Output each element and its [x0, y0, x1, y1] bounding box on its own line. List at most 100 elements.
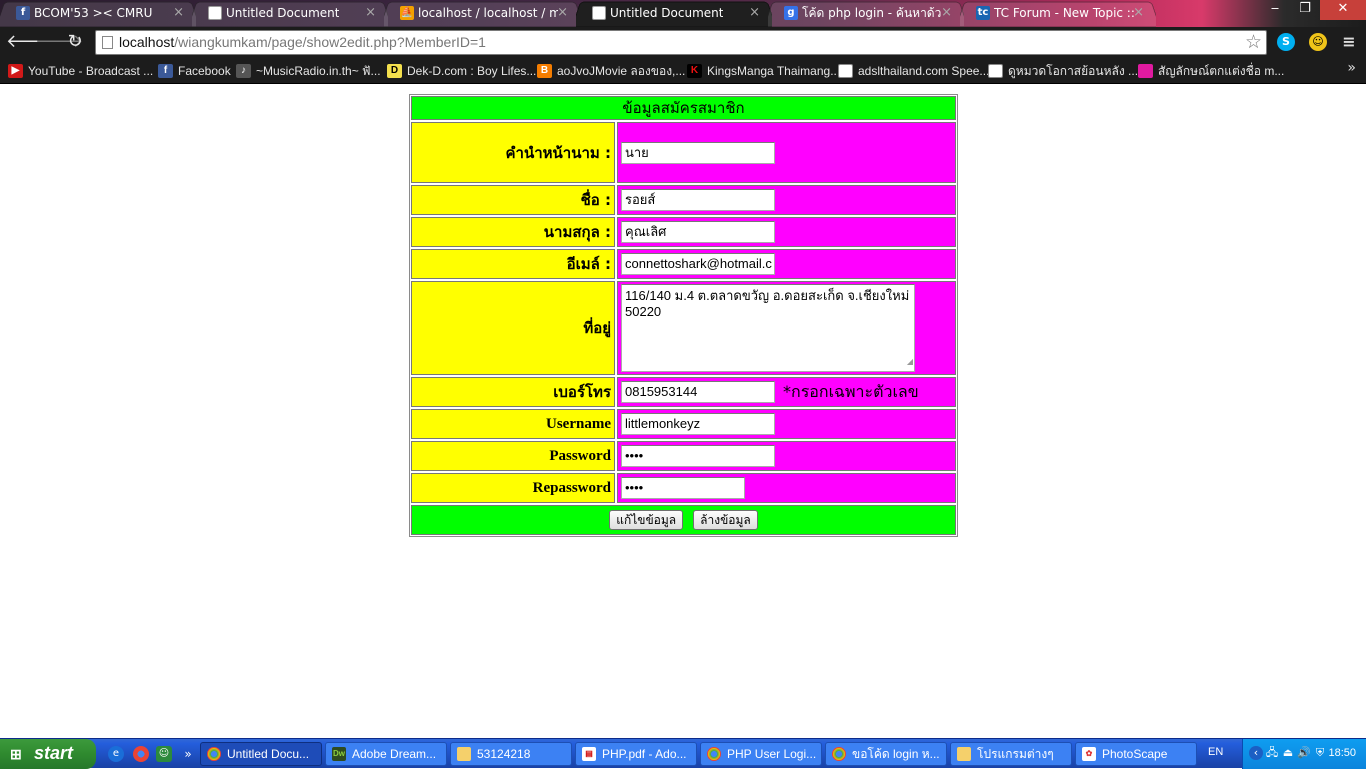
close-icon[interactable]: ×	[365, 1, 376, 25]
bookmark-label: adslthailand.com Spee...	[858, 64, 990, 78]
clock[interactable]: 18:50	[1328, 747, 1356, 759]
bookmark-label: Dek-D.com : Boy Lifes...	[407, 64, 537, 78]
kingsmanga-icon: K	[687, 64, 702, 78]
task-dreamweaver[interactable]: Dw Adobe Dream...	[325, 742, 447, 766]
repassword-cell: ••••	[617, 473, 956, 503]
address-label: ที่อยู่	[411, 281, 615, 375]
task-php-pdf[interactable]: ▤ PHP.pdf - Ado...	[575, 742, 697, 766]
volume-icon[interactable]: 🔊	[1297, 746, 1311, 760]
page-icon	[988, 64, 1003, 78]
username-label: Username	[411, 409, 615, 439]
bookmark-label: YouTube - Broadcast ...	[28, 64, 154, 78]
bookmark-star-icon[interactable]: ☆	[1245, 31, 1262, 53]
firstname-input[interactable]: รอยส์	[621, 189, 775, 211]
facebook-icon: f	[16, 6, 30, 20]
system-tray: ‹ 🖧 ⏏ 🔊 ⛨ 18:50	[1242, 739, 1366, 769]
internet-explorer-icon[interactable]: e	[108, 746, 124, 762]
url-host: localhost	[119, 34, 175, 50]
repassword-input[interactable]: ••••	[621, 477, 745, 499]
email-cell: connettoshark@hotmail.c	[617, 249, 956, 279]
tab-google-search[interactable]: g โค้ด php login - ค้นหาด้วย Goo ×	[768, 1, 964, 27]
smiley-extension-icon[interactable]: ☺	[1309, 33, 1327, 51]
back-button[interactable]: 🡐	[6, 32, 54, 54]
prefix-input[interactable]: นาย	[621, 141, 775, 164]
tab-bcom[interactable]: f BCOM'53 >< CMRU ×	[0, 1, 196, 27]
dreamweaver-icon: Dw	[332, 747, 346, 761]
chevron-left-icon[interactable]: ‹	[1249, 746, 1263, 760]
users-icon[interactable]: ☺	[156, 746, 172, 762]
forward-button[interactable]: 🡒	[35, 32, 83, 54]
tab-tc-forum[interactable]: tc TC Forum - New Topic :: เริ่มท ×	[960, 1, 1156, 27]
address-textarea[interactable]: 116/140 ม.4 ต.ตลาดขวัญ อ.ดอยสะเก็ด จ.เชี…	[621, 284, 915, 372]
safely-remove-icon[interactable]: ⏏	[1281, 746, 1295, 760]
task-php-user-login[interactable]: PHP User Logi...	[700, 742, 822, 766]
task-label: 53124218	[477, 747, 531, 761]
restore-button[interactable]: ❐	[1290, 0, 1320, 20]
close-icon[interactable]: ×	[941, 1, 952, 25]
repassword-label: Repassword	[411, 473, 615, 503]
network-icon[interactable]: 🖧	[1265, 746, 1279, 760]
reload-button[interactable]: ↻	[64, 32, 86, 54]
chevron-double-right-icon[interactable]: »	[1347, 60, 1356, 76]
prefix-cell: นาย	[617, 122, 956, 183]
chrome-icon	[707, 747, 721, 761]
menu-icon[interactable]: ≡	[1340, 33, 1358, 51]
tab-untitled-1[interactable]: Untitled Document ×	[192, 1, 388, 27]
bookmark-musicradio[interactable]: ♪ ~MusicRadio.in.th~ ฟั...	[236, 62, 381, 80]
close-icon[interactable]: ×	[173, 1, 184, 25]
bookmark-symbols[interactable]: สัญลักษณ์ตกแต่งชื่อ m...	[1138, 62, 1284, 80]
username-input[interactable]: littlemonkeyz	[621, 413, 775, 435]
url-text[interactable]: localhost/wiangkumkam/page/show2edit.php…	[119, 34, 486, 50]
tab-untitled-active[interactable]: Untitled Document ×	[576, 1, 772, 27]
phone-hint: *กรอกเฉพาะตัวเลข	[783, 381, 919, 401]
close-window-button[interactable]: ✕	[1320, 0, 1366, 20]
tab-phpmyadmin[interactable]: ⛵ localhost / localhost / member ×	[384, 1, 580, 27]
language-indicator[interactable]: EN	[1208, 746, 1223, 758]
skype-icon[interactable]: S	[1277, 33, 1295, 51]
minimize-button[interactable]: ‒	[1260, 0, 1290, 20]
email-input[interactable]: connettoshark@hotmail.c	[621, 253, 775, 275]
reset-button[interactable]: ล้างข้อมูล	[693, 510, 758, 530]
username-cell: littlemonkeyz	[617, 409, 956, 439]
chevron-double-right-icon[interactable]: »	[180, 746, 196, 762]
task-login-code[interactable]: ขอโค้ด login ห...	[825, 742, 947, 766]
bookmark-dekd[interactable]: D Dek-D.com : Boy Lifes...	[387, 62, 536, 80]
bookmark-youtube[interactable]: ▶ YouTube - Broadcast ...	[8, 62, 153, 80]
bookmark-label: KingsManga Thaimang...	[707, 64, 841, 78]
phone-input[interactable]: 0815953144	[621, 381, 775, 403]
tab-title: Untitled Document	[226, 6, 340, 20]
task-untitled-document[interactable]: Untitled Docu...	[200, 742, 322, 766]
folder-icon	[457, 747, 471, 761]
lastname-input[interactable]: คุณเลิศ	[621, 221, 775, 243]
bookmark-label: aoJvoJMovie ลองของ,...	[557, 64, 686, 78]
bookmarks-bar: ▶ YouTube - Broadcast ... f Facebook ♪ ~Mus…	[0, 58, 1366, 84]
tab-title: localhost / localhost / member	[418, 6, 558, 20]
password-input[interactable]: ••••	[621, 445, 775, 467]
bookmark-adslthailand[interactable]: adslthailand.com Spee...	[838, 62, 989, 80]
bookmark-kingsmanga[interactable]: K KingsManga Thaimang...	[687, 62, 840, 80]
close-icon[interactable]: ×	[1133, 1, 1144, 25]
bookmark-label: ดูหมวดโอกาสย้อนหลัง ...	[1008, 64, 1139, 78]
edit-button[interactable]: แก้ไขข้อมูล	[609, 510, 684, 530]
password-cell: ••••	[617, 441, 956, 471]
folder-icon	[957, 747, 971, 761]
resize-grip-icon[interactable]: ◢	[907, 354, 913, 370]
close-icon[interactable]: ×	[749, 1, 760, 25]
address-bar[interactable]: localhost/wiangkumkam/page/show2edit.php…	[95, 30, 1267, 55]
tab-title: TC Forum - New Topic :: เริ่มท	[994, 6, 1134, 20]
task-programs-folder[interactable]: โปรแกรมต่างๆ	[950, 742, 1072, 766]
task-label: PHP.pdf - Ado...	[602, 747, 687, 761]
bookmark-history[interactable]: ดูหมวดโอกาสย้อนหลัง ...	[988, 62, 1138, 80]
task-folder-53124218[interactable]: 53124218	[450, 742, 572, 766]
task-label: PhotoScape	[1102, 747, 1168, 761]
task-label: ขอโค้ด login ห...	[852, 747, 940, 761]
task-label: โปรแกรมต่างๆ	[977, 747, 1054, 761]
close-icon[interactable]: ×	[557, 1, 568, 25]
bookmark-aojvojmovie[interactable]: BaoJvoJMovie ลองของ,...	[537, 62, 685, 80]
antivirus-icon[interactable]: ⛨	[1313, 746, 1327, 760]
task-photoscape[interactable]: ✿ PhotoScape	[1075, 742, 1197, 766]
page-icon	[102, 36, 113, 49]
bookmark-facebook[interactable]: f Facebook	[158, 62, 231, 80]
start-button[interactable]: ⊞ start	[0, 739, 96, 769]
chrome-icon[interactable]	[133, 746, 149, 762]
